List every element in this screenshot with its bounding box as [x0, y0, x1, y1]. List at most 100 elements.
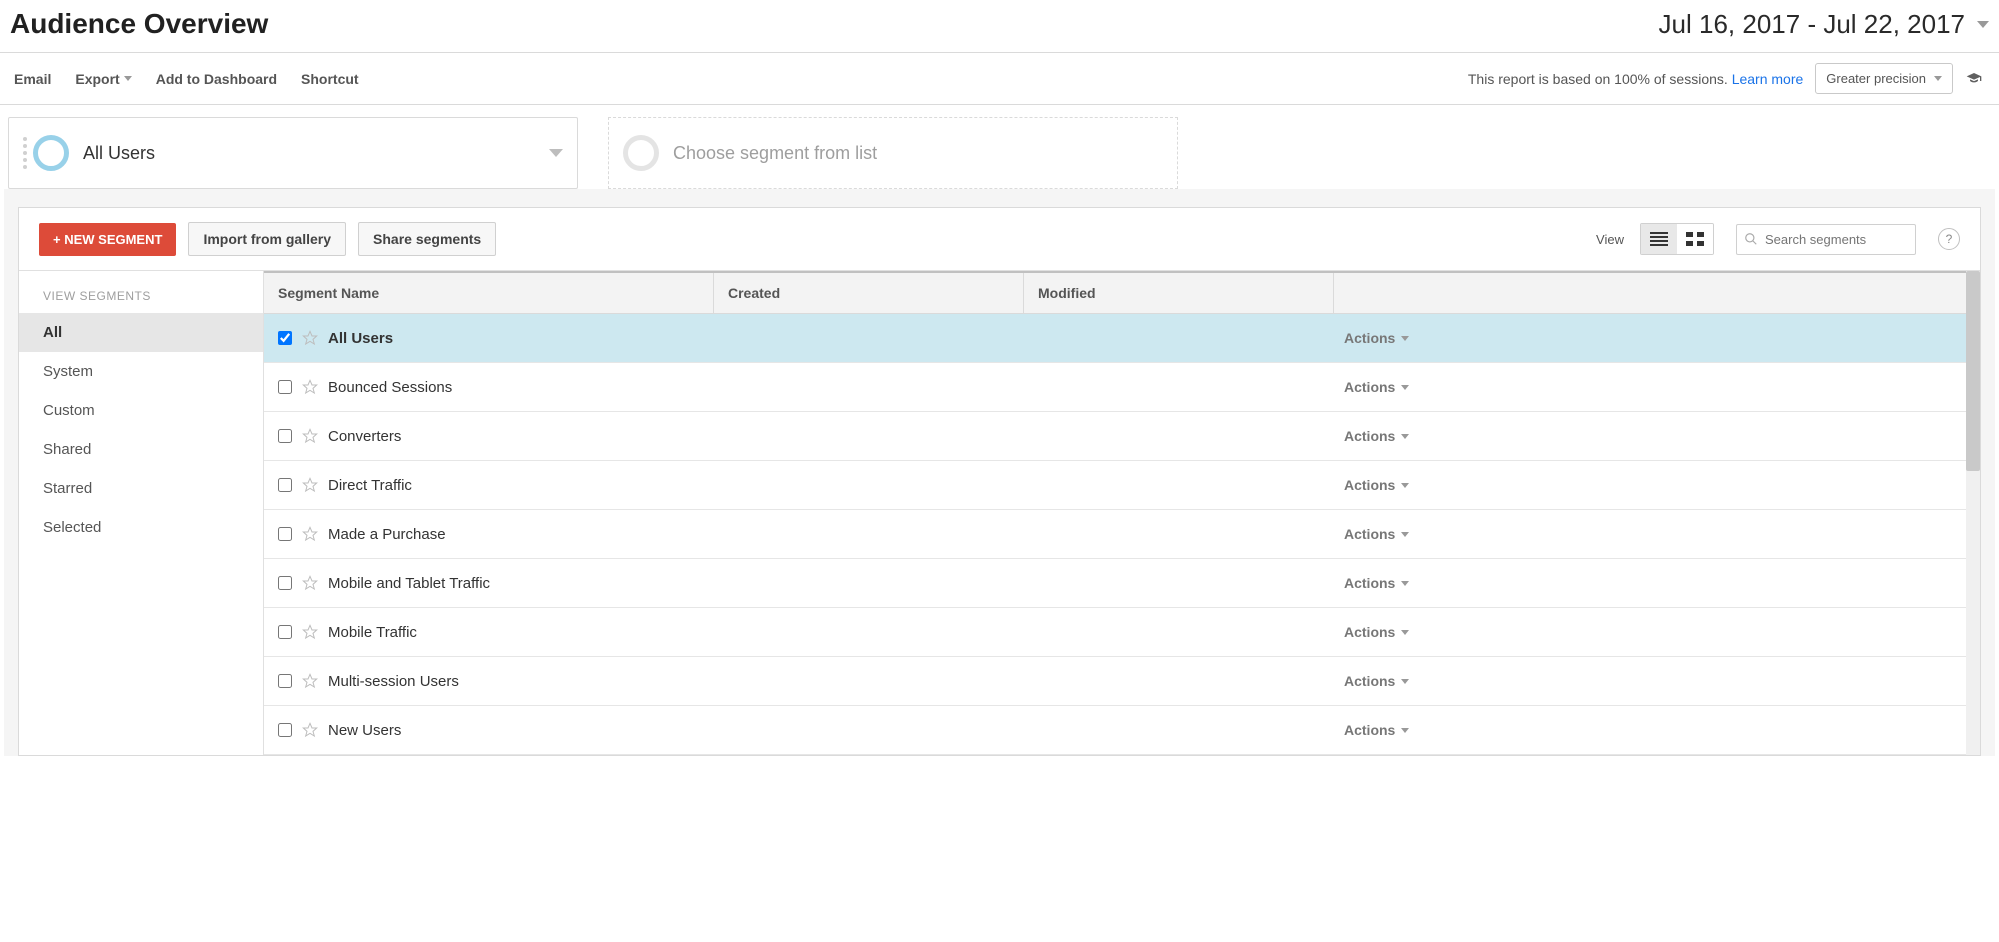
segment-actions-menu[interactable]: Actions	[1344, 673, 1409, 689]
active-segment-name: All Users	[83, 143, 155, 164]
sidebar-item-all[interactable]: All	[19, 313, 263, 352]
graduation-cap-icon[interactable]	[1963, 71, 1985, 87]
segment-actions-menu[interactable]: Actions	[1344, 526, 1409, 542]
share-segments-button[interactable]: Share segments	[358, 222, 496, 256]
chevron-down-icon	[1977, 21, 1989, 28]
segment-name-label: Mobile Traffic	[328, 624, 417, 641]
segment-name-label: All Users	[328, 330, 393, 347]
segment-row[interactable]: Mobile Traffic Actions	[264, 608, 1980, 657]
segment-row[interactable]: Bounced Sessions Actions	[264, 363, 1980, 412]
segment-actions-menu[interactable]: Actions	[1344, 575, 1409, 591]
segment-checkbox[interactable]	[278, 429, 292, 443]
export-button[interactable]: Export	[75, 71, 131, 87]
actions-label: Actions	[1344, 526, 1395, 542]
import-gallery-button[interactable]: Import from gallery	[188, 222, 346, 256]
chevron-down-icon	[1401, 385, 1409, 390]
star-icon[interactable]	[302, 526, 318, 542]
segment-row[interactable]: Direct Traffic Actions	[264, 461, 1980, 510]
grid-view-button[interactable]	[1677, 224, 1713, 254]
segment-row[interactable]: Multi-session UsersActions	[264, 657, 1980, 706]
drag-handle-icon[interactable]	[23, 137, 27, 169]
segment-actions-menu[interactable]: Actions	[1344, 477, 1409, 493]
date-range-picker[interactable]: Jul 16, 2017 - Jul 22, 2017	[1659, 9, 1989, 40]
segment-name-label: Mobile and Tablet Traffic	[328, 575, 490, 592]
new-segment-button[interactable]: + NEW SEGMENT	[39, 223, 176, 256]
add-segment-placeholder[interactable]: Choose segment from list	[608, 117, 1178, 189]
segment-checkbox[interactable]	[278, 674, 292, 688]
date-range-label: Jul 16, 2017 - Jul 22, 2017	[1659, 9, 1965, 40]
chevron-down-icon	[1401, 581, 1409, 586]
chevron-down-icon	[1934, 76, 1942, 81]
star-icon[interactable]	[302, 722, 318, 738]
segment-name-label: Direct Traffic	[328, 477, 412, 494]
sidebar-item-starred[interactable]: Starred	[19, 469, 263, 508]
actions-label: Actions	[1344, 330, 1395, 346]
sidebar-item-custom[interactable]: Custom	[19, 391, 263, 430]
segment-actions-menu[interactable]: Actions	[1344, 722, 1409, 738]
sidebar-item-selected[interactable]: Selected	[19, 508, 263, 547]
sidebar-item-system[interactable]: System	[19, 352, 263, 391]
chevron-down-icon	[549, 149, 563, 157]
star-icon[interactable]	[302, 428, 318, 444]
star-icon[interactable]	[302, 673, 318, 689]
segment-name-label: Bounced Sessions	[328, 379, 452, 396]
actions-label: Actions	[1344, 428, 1395, 444]
chevron-down-icon	[124, 76, 132, 81]
actions-label: Actions	[1344, 673, 1395, 689]
segment-name-label: Made a Purchase	[328, 526, 446, 543]
chevron-down-icon	[1401, 532, 1409, 537]
star-icon[interactable]	[302, 330, 318, 346]
segment-checkbox[interactable]	[278, 331, 292, 345]
segment-checkbox[interactable]	[278, 625, 292, 639]
segment-checkbox[interactable]	[278, 527, 292, 541]
segments-sidebar: VIEW SEGMENTS AllSystemCustomSharedStarr…	[19, 271, 264, 755]
view-toggle	[1640, 223, 1714, 255]
scrollbar[interactable]	[1966, 271, 1980, 755]
actions-label: Actions	[1344, 624, 1395, 640]
segment-row[interactable]: Converters Actions	[264, 412, 1980, 461]
star-icon[interactable]	[302, 379, 318, 395]
segment-actions-menu[interactable]: Actions	[1344, 330, 1409, 346]
actions-label: Actions	[1344, 575, 1395, 591]
actions-label: Actions	[1344, 477, 1395, 493]
help-button[interactable]: ?	[1938, 228, 1960, 250]
segment-row[interactable]: New Users Actions	[264, 706, 1980, 755]
segment-checkbox[interactable]	[278, 576, 292, 590]
segment-row[interactable]: All Users Actions	[264, 314, 1980, 363]
segment-checkbox[interactable]	[278, 723, 292, 737]
shortcut-button[interactable]: Shortcut	[301, 71, 359, 87]
email-button[interactable]: Email	[14, 71, 51, 87]
scrollbar-thumb[interactable]	[1966, 271, 1980, 471]
star-icon[interactable]	[302, 624, 318, 640]
sidebar-item-shared[interactable]: Shared	[19, 430, 263, 469]
star-icon[interactable]	[302, 477, 318, 493]
export-label: Export	[75, 71, 119, 87]
star-icon[interactable]	[302, 575, 318, 591]
segments-panel: + NEW SEGMENT Import from gallery Share …	[18, 207, 1981, 756]
segment-actions-menu[interactable]: Actions	[1344, 624, 1409, 640]
precision-selector[interactable]: Greater precision	[1815, 63, 1953, 94]
chevron-down-icon	[1401, 336, 1409, 341]
search-segments-input[interactable]	[1736, 224, 1916, 255]
column-header-actions	[1334, 273, 1980, 313]
segment-checkbox[interactable]	[278, 380, 292, 394]
actions-label: Actions	[1344, 379, 1395, 395]
segment-circle-icon	[33, 135, 69, 171]
segment-name-label: New Users	[328, 722, 401, 739]
active-segment-pill[interactable]: All Users	[8, 117, 578, 189]
segment-actions-menu[interactable]: Actions	[1344, 428, 1409, 444]
list-view-button[interactable]	[1641, 224, 1677, 254]
add-to-dashboard-button[interactable]: Add to Dashboard	[156, 71, 277, 87]
column-header-created[interactable]: Created	[714, 273, 1024, 313]
column-header-name[interactable]: Segment Name	[264, 273, 714, 313]
column-header-modified[interactable]: Modified	[1024, 273, 1334, 313]
segment-row[interactable]: Mobile and Tablet Traffic Actions	[264, 559, 1980, 608]
segment-checkbox[interactable]	[278, 478, 292, 492]
segment-collapse-button[interactable]	[549, 149, 563, 157]
list-icon	[1650, 232, 1668, 246]
segment-row[interactable]: Made a Purchase Actions	[264, 510, 1980, 559]
segment-circle-icon	[623, 135, 659, 171]
segment-name-label: Converters	[328, 428, 401, 445]
segment-actions-menu[interactable]: Actions	[1344, 379, 1409, 395]
learn-more-link[interactable]: Learn more	[1732, 71, 1804, 87]
